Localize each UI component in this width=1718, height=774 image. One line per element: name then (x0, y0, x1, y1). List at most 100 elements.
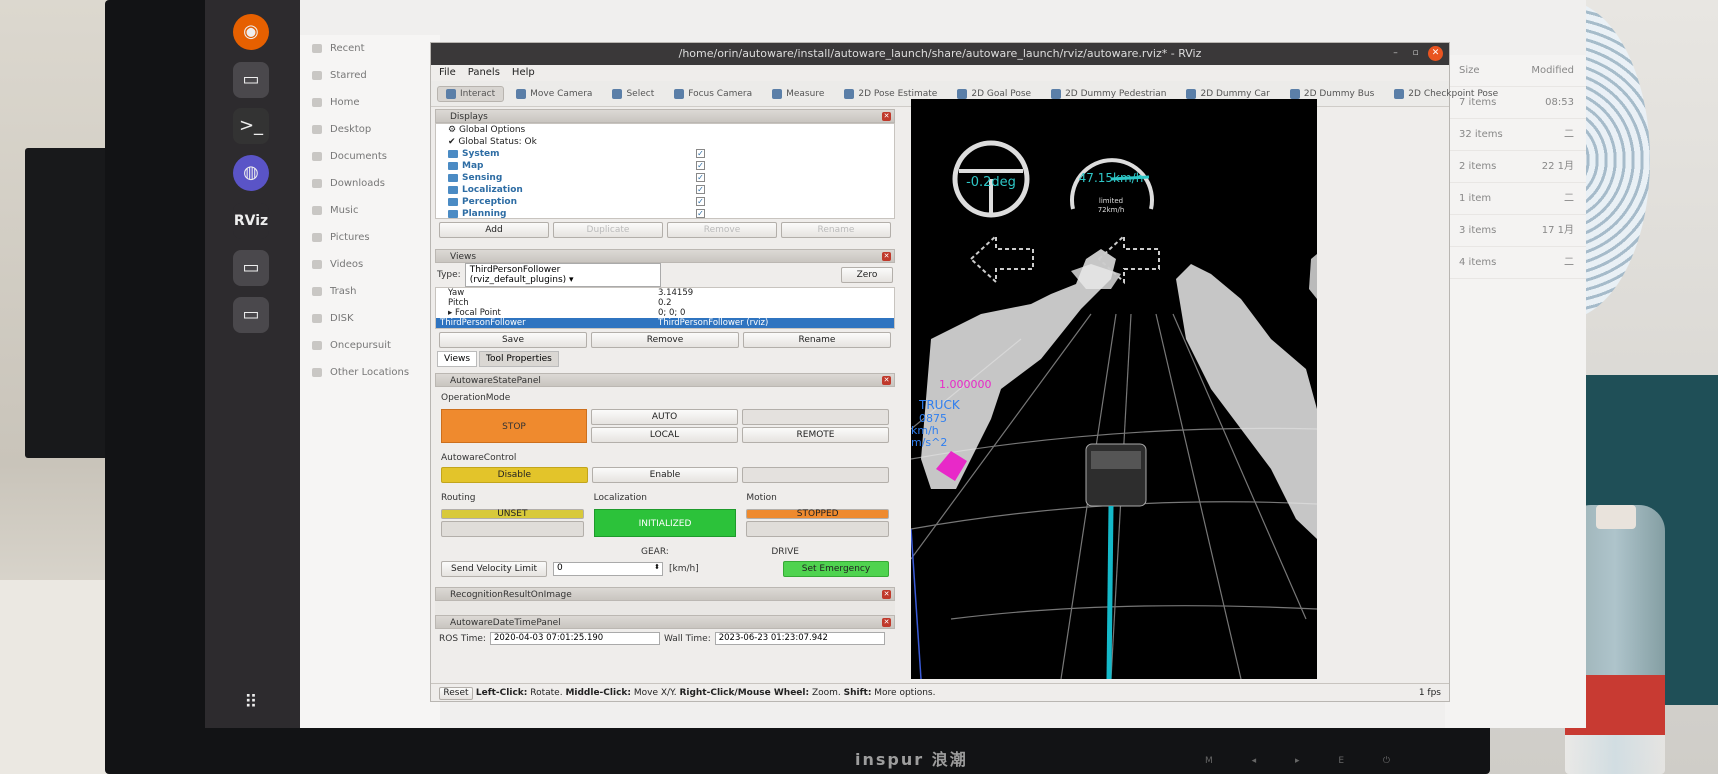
motion-accept-button[interactable] (746, 521, 890, 537)
tool-interact[interactable]: Interact (437, 85, 505, 102)
firefox-icon[interactable]: ◉ (233, 14, 269, 50)
add-button[interactable]: Add (439, 222, 549, 238)
routing-clear-button[interactable] (441, 521, 584, 537)
fm-disk[interactable]: DISK (300, 305, 440, 332)
view-prop-row[interactable]: Yaw 3.14159 (436, 288, 894, 298)
tool-2d-checkpoint-pose[interactable]: 2D Checkpoint Pose (1386, 87, 1506, 101)
list-item[interactable]: 3 items 17 1月 (1445, 215, 1586, 247)
view-prop-row[interactable]: ▸ Focal Point 0; 0; 0 (436, 308, 894, 318)
enable-checkbox[interactable]: ✓ (696, 149, 705, 158)
tree-row-global-options[interactable]: ⚙ Global Options (436, 124, 894, 136)
tab-tool-properties[interactable]: Tool Properties (479, 351, 559, 367)
close-icon[interactable]: ✕ (1428, 46, 1443, 61)
fm-other-locations[interactable]: Other Locations (300, 359, 440, 386)
save-button[interactable]: Save (439, 332, 587, 348)
drive-icon[interactable]: ▭ (233, 297, 269, 333)
maximize-icon[interactable]: ▫ (1408, 46, 1423, 61)
send-velocity-limit-button[interactable]: Send Velocity Limit (441, 561, 547, 577)
duplicate-button[interactable]: Duplicate (553, 222, 663, 238)
tree-row-system[interactable]: System ✓ (436, 148, 894, 160)
velocity-row: Send Velocity Limit 0 ⬍ [km/h] Set Emerge… (441, 561, 889, 577)
menu-panels[interactable]: Panels (468, 65, 500, 81)
close-icon[interactable]: ✕ (882, 376, 891, 385)
list-item[interactable]: 4 items 二 (1445, 247, 1586, 279)
disk-icon[interactable]: ▭ (233, 250, 269, 286)
screen: ◉ ▭ >_ ◍ RViz ▭ ▭ ⠿ Recent Starred Home … (205, 0, 1586, 728)
tool-measure[interactable]: Measure (764, 87, 832, 101)
fm-music[interactable]: Music (300, 197, 440, 224)
fm-trash[interactable]: Trash (300, 278, 440, 305)
close-icon[interactable]: ✕ (882, 618, 891, 627)
set-emergency-button[interactable]: Set Emergency (783, 561, 889, 577)
fm-home[interactable]: Home (300, 89, 440, 116)
fm-oncepursuit[interactable]: Oncepursuit (300, 332, 440, 359)
list-item[interactable]: 32 items 二 (1445, 119, 1586, 151)
view-type-select[interactable]: ThirdPersonFollower (rviz_default_plugin… (464, 263, 661, 287)
fm-starred[interactable]: Starred (300, 62, 440, 89)
tool-select[interactable]: Select (604, 87, 662, 101)
tool-focus-camera[interactable]: Focus Camera (666, 87, 760, 101)
view-prop-row[interactable]: Pitch 0.2 (436, 298, 894, 308)
tree-row-planning[interactable]: Planning ✓ (436, 208, 894, 220)
list-item[interactable]: 2 items 22 1月 (1445, 151, 1586, 183)
spin-icon[interactable]: ⬍ (654, 563, 660, 571)
fm-desktop[interactable]: Desktop (300, 116, 440, 143)
velocity-limit-input[interactable]: 0 ⬍ (553, 562, 663, 576)
enable-checkbox[interactable]: ✓ (696, 173, 705, 182)
fm-pictures[interactable]: Pictures (300, 224, 440, 251)
view-name: ThirdPersonFollower (440, 318, 526, 328)
tool-label: 2D Goal Pose (971, 88, 1032, 99)
size-header[interactable]: Size (1459, 55, 1480, 86)
close-icon[interactable]: ✕ (882, 590, 891, 599)
enable-checkbox[interactable]: ✓ (696, 197, 705, 206)
views-tabs: Views Tool Properties (435, 351, 895, 367)
tree-row-global-status[interactable]: ✔ Global Status: Ok (436, 136, 894, 148)
close-icon[interactable]: ✕ (882, 112, 891, 121)
folder-icon (448, 149, 458, 158)
enable-checkbox[interactable]: ✓ (696, 161, 705, 170)
folder-icon (448, 185, 458, 194)
minimize-icon[interactable]: – (1388, 46, 1403, 61)
tool-move-camera[interactable]: Move Camera (508, 87, 600, 101)
enable-checkbox[interactable]: ✓ (696, 185, 705, 194)
modified-header[interactable]: Modified (1531, 55, 1574, 86)
rename-view-button[interactable]: Rename (743, 332, 891, 348)
fm-downloads[interactable]: Downloads (300, 170, 440, 197)
prop-name: Focal Point (454, 308, 501, 318)
tree-label: Map (462, 161, 484, 171)
close-icon[interactable]: ✕ (882, 252, 891, 261)
remove-view-button[interactable]: Remove (591, 332, 739, 348)
tree-row-map[interactable]: Map ✓ (436, 160, 894, 172)
rviz-icon[interactable]: RViz (233, 203, 269, 239)
files-icon[interactable]: ▭ (233, 62, 269, 98)
terminal-icon[interactable]: >_ (233, 108, 269, 144)
tab-views[interactable]: Views (437, 351, 478, 367)
tool-label: Select (626, 88, 655, 99)
ros-time-field[interactable]: 2020-04-03 07:01:25.190 (489, 632, 660, 645)
enable-button[interactable]: Enable (591, 467, 739, 483)
tree-row-sensing[interactable]: Sensing ✓ (436, 172, 894, 184)
menu-file[interactable]: File (439, 65, 456, 81)
remote-button[interactable]: REMOTE (742, 427, 889, 443)
views-buttons: Save Remove Rename (435, 329, 895, 351)
reset-button[interactable]: Reset (439, 687, 473, 700)
local-button[interactable]: LOCAL (591, 427, 738, 443)
render-viewport[interactable]: -0.2deg 47.15km/h limited 72km/h 1.00000… (911, 99, 1317, 679)
monitor-buttons[interactable]: M ◂ ▸ E ⏻ (1205, 756, 1408, 766)
auto-button[interactable]: AUTO (591, 409, 738, 425)
enable-checkbox[interactable]: ✓ (696, 209, 705, 218)
fm-videos[interactable]: Videos (300, 251, 440, 278)
zero-button[interactable]: Zero (841, 267, 893, 283)
tree-row-localization[interactable]: Localization ✓ (436, 184, 894, 196)
wall-time-field[interactable]: 2023-06-23 01:23:07.942 (714, 632, 885, 645)
fm-documents[interactable]: Documents (300, 143, 440, 170)
menu-help[interactable]: Help (512, 65, 535, 81)
view-row-selected[interactable]: ThirdPersonFollower ThirdPersonFollower (… (436, 318, 894, 328)
tree-row-perception[interactable]: Perception ✓ (436, 196, 894, 208)
eclipse-icon[interactable]: ◍ (233, 155, 269, 191)
fm-recent[interactable]: Recent (300, 35, 440, 62)
rename-display-button[interactable]: Rename (781, 222, 891, 238)
list-item[interactable]: 1 item 二 (1445, 183, 1586, 215)
apps-grid-icon[interactable]: ⠿ (233, 685, 269, 721)
remove-display-button[interactable]: Remove (667, 222, 777, 238)
